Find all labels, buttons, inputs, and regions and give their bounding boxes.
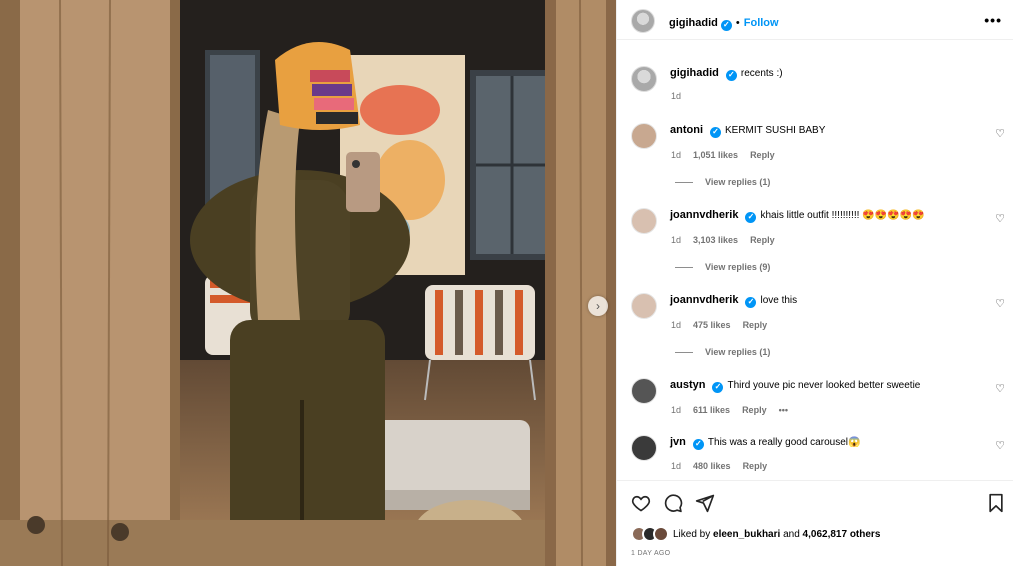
post-timestamp: 1 DAY AGO — [631, 550, 671, 557]
commenter-avatar[interactable] — [631, 378, 657, 404]
post-image: › — [0, 0, 616, 566]
comment-text: khais little outfit !!!!!!!!!! 😍😍😍😍😍 — [760, 210, 925, 221]
commenter-avatar[interactable] — [631, 208, 657, 234]
share-send-icon[interactable] — [695, 493, 715, 513]
post-header: gigihadid ✓ • Follow ••• — [617, 0, 1013, 40]
verified-icon: ✓ — [692, 438, 704, 450]
comment-bubble-icon[interactable] — [663, 493, 683, 513]
verified-icon: ✓ — [745, 296, 757, 308]
author-avatar[interactable] — [631, 66, 657, 92]
follow-button[interactable]: Follow — [744, 17, 779, 29]
liked-by-user[interactable]: eleen_bukhari — [713, 529, 780, 540]
comment-time: 1d — [671, 235, 682, 245]
comment-text: This was a really good carousel😱 — [707, 437, 861, 448]
like-heart-icon[interactable] — [631, 493, 651, 513]
comment-likes[interactable]: 475 likes — [693, 320, 731, 330]
author-username[interactable]: gigihadid — [669, 17, 718, 29]
verified-icon: ✓ — [725, 69, 737, 81]
comment-time: 1d — [671, 405, 682, 415]
caption-time: 1d — [671, 91, 682, 101]
next-slide-button[interactable]: › — [588, 296, 608, 316]
comment-text: KERMIT SUSHI BABY — [725, 125, 826, 136]
commenter-avatar[interactable] — [631, 123, 657, 149]
reply-button[interactable]: Reply — [743, 461, 768, 471]
liked-by-prefix: Liked by — [673, 528, 711, 540]
view-replies-button[interactable]: View replies (1) — [675, 347, 770, 357]
comment-username[interactable]: joannvdherik — [670, 209, 738, 221]
comment-text: love this — [760, 295, 798, 306]
reply-button[interactable]: Reply — [750, 150, 775, 160]
like-comment-heart-icon[interactable]: ♡ — [995, 212, 1005, 225]
liker-avatar[interactable] — [653, 526, 669, 542]
reply-button[interactable]: Reply — [742, 405, 767, 415]
caption-text: recents :) — [740, 68, 783, 79]
more-options-icon[interactable]: ••• — [984, 12, 1002, 28]
liked-by-and: and — [783, 528, 800, 540]
comment-time: 1d — [671, 150, 682, 160]
commenter-avatar[interactable] — [631, 435, 657, 461]
verified-icon: ✓ — [745, 211, 757, 223]
like-comment-heart-icon[interactable]: ♡ — [995, 297, 1005, 310]
view-replies-button[interactable]: View replies (9) — [675, 262, 770, 272]
comment-options-icon[interactable]: ••• — [779, 405, 788, 415]
comment-likes[interactable]: 611 likes — [693, 405, 730, 415]
comment-username[interactable]: jvn — [670, 436, 686, 448]
caption-username[interactable]: gigihadid — [670, 67, 719, 79]
comment-likes[interactable]: 480 likes — [693, 461, 731, 471]
mirror-selfie-photo — [0, 0, 616, 566]
verified-icon: ✓ — [712, 381, 724, 393]
like-comment-heart-icon[interactable]: ♡ — [995, 127, 1005, 140]
comment-time: 1d — [671, 320, 682, 330]
like-comment-heart-icon[interactable]: ♡ — [995, 439, 1005, 452]
reply-button[interactable]: Reply — [750, 235, 775, 245]
bookmark-save-icon[interactable] — [987, 493, 1005, 513]
comment-time: 1d — [671, 461, 682, 471]
post-sidebar: gigihadid ✓ • Follow ••• gigihadid ✓ recents … — [616, 0, 1013, 566]
verified-icon: ✓ — [710, 126, 721, 138]
reply-button[interactable]: Reply — [743, 320, 768, 330]
comment-text: Third youve pic never looked better swee… — [727, 380, 921, 391]
comment-username[interactable]: austyn — [670, 379, 705, 391]
comment-username[interactable]: joannvdherik — [670, 294, 738, 306]
like-comment-heart-icon[interactable]: ♡ — [995, 382, 1005, 395]
view-replies-button[interactable]: View replies (1) — [675, 177, 770, 187]
comment-username[interactable]: antoni — [670, 124, 703, 136]
post-actions: Liked by eleen_bukhari and 4,062,817 oth… — [617, 480, 1013, 566]
liked-by-text: Liked by eleen_bukhari and 4,062,817 oth… — [673, 529, 880, 540]
commenter-avatar[interactable] — [631, 293, 657, 319]
verified-icon: ✓ — [720, 19, 732, 31]
comment-likes[interactable]: 1,051 likes — [693, 150, 738, 160]
liked-by-count[interactable]: 4,062,817 others — [803, 529, 881, 540]
author-avatar[interactable] — [631, 9, 655, 33]
separator-dot: • — [735, 17, 740, 29]
liked-by-row: Liked by eleen_bukhari and 4,062,817 oth… — [631, 525, 880, 543]
comment-likes[interactable]: 3,103 likes — [693, 235, 738, 245]
chevron-right-icon: › — [596, 299, 600, 313]
author-info: gigihadid ✓ • Follow — [669, 13, 779, 31]
